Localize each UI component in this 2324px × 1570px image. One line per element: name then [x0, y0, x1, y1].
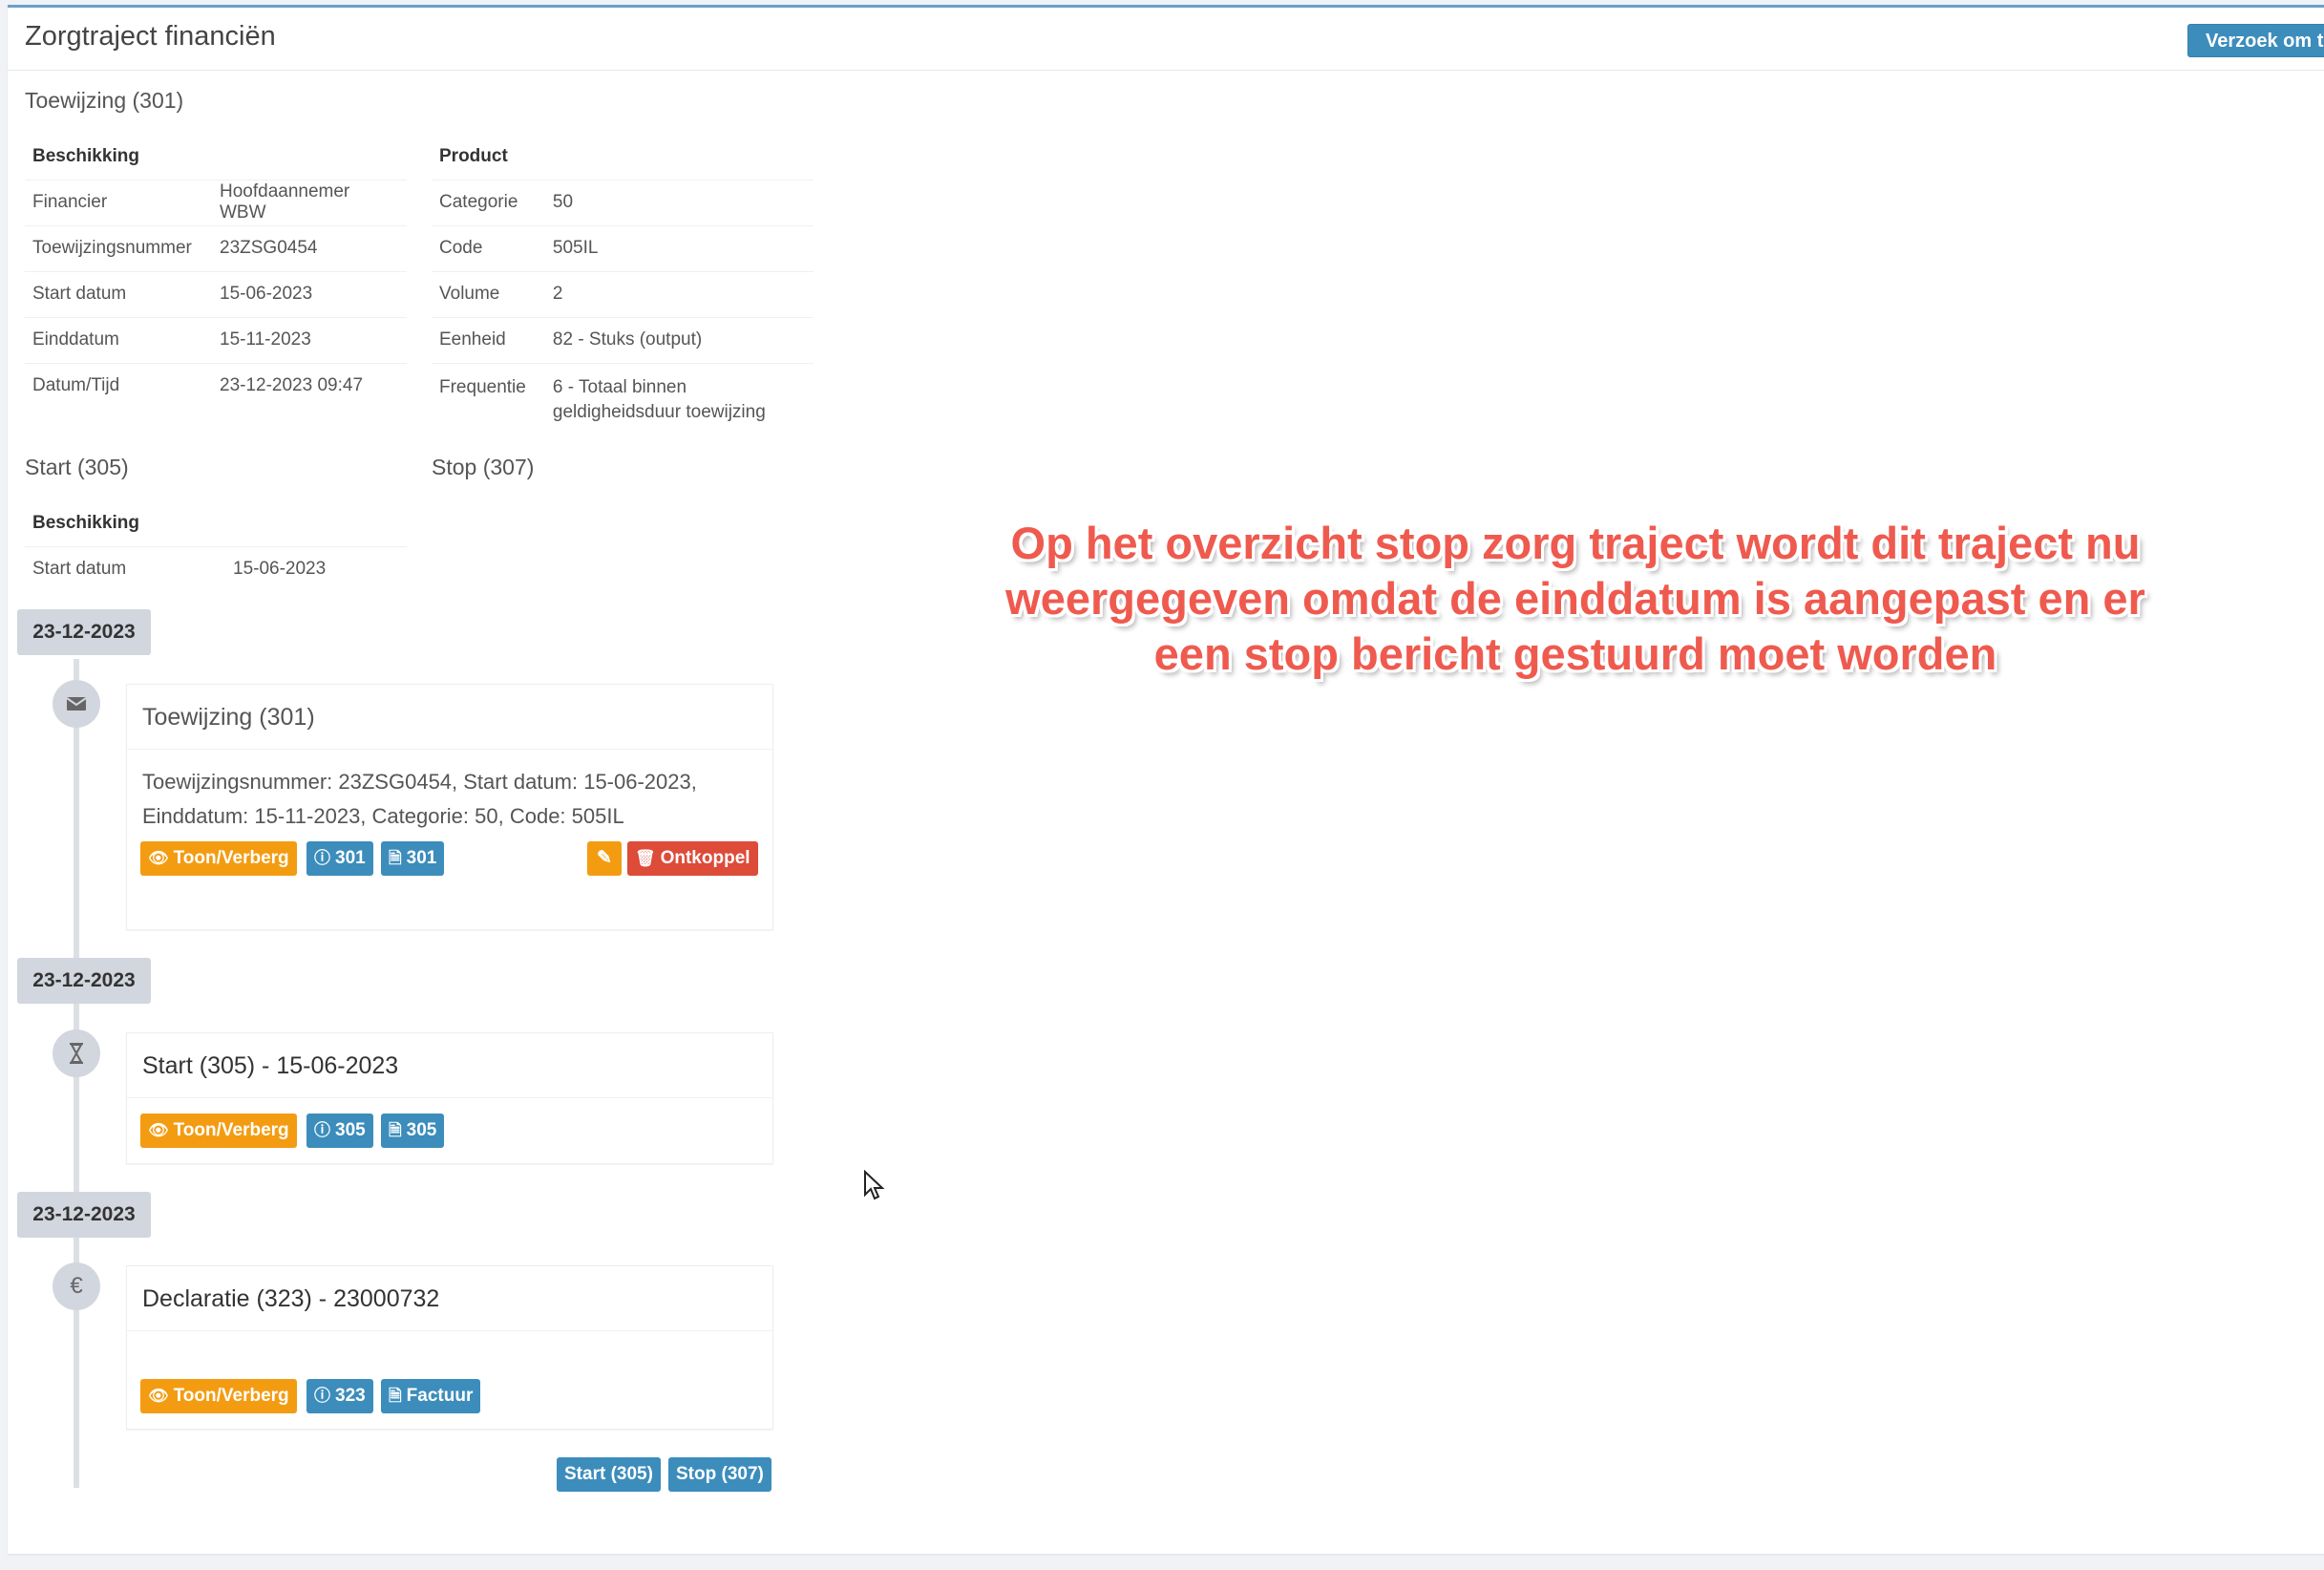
- pdf-icon: 🗎: [389, 849, 402, 867]
- document-button[interactable]: 🗎 301: [381, 841, 445, 876]
- toewijzing-title: Toewijzing (301): [25, 88, 184, 113]
- code-value: 505IL: [544, 224, 813, 271]
- start-beschikking-table: Beschikking Start datum 15-06-2023: [25, 500, 407, 592]
- panel-title: Zorgtraject financiën: [25, 21, 276, 52]
- timeline-date-label: 23-12-2023: [17, 609, 151, 655]
- toggle-button[interactable]: 👁 Toon/Verberg: [140, 841, 297, 876]
- toggle-label: Toon/Verberg: [173, 1120, 289, 1140]
- pdf-icon: 🗎: [389, 1121, 402, 1139]
- invoice-label: Factuur: [406, 1386, 474, 1406]
- unit-value: 82 - Stuks (output): [544, 316, 813, 363]
- timeline-item-header: Start (305) - 15-06-2023: [127, 1033, 772, 1098]
- request-button[interactable]: Verzoek om to: [2187, 24, 2324, 57]
- timeline-date-label: 23-12-2023: [17, 1192, 151, 1238]
- start-date-label: Start datum: [25, 545, 225, 592]
- timeline-item-body: Toewijzingsnummer: 23ZSG0454, Start datu…: [142, 770, 697, 828]
- table-row: Eenheid 82 - Stuks (output): [432, 316, 813, 363]
- table-row: Code 505IL: [432, 224, 813, 271]
- pencil-icon: ✎: [597, 848, 612, 868]
- info-button[interactable]: ⓘ 305: [306, 1114, 373, 1148]
- end-date-label: Einddatum: [25, 316, 212, 363]
- frequency-label: Frequentie: [432, 362, 545, 434]
- document-label: 301: [406, 848, 437, 868]
- table-row: Toewijzingsnummer 23ZSG0454: [25, 224, 407, 271]
- stop-title: Stop (307): [432, 455, 535, 479]
- eye-icon: 👁: [148, 1387, 169, 1405]
- allocation-number-label: Toewijzingsnummer: [25, 224, 212, 271]
- mouse-cursor-icon: [864, 1170, 885, 1200]
- product-table: Product Categorie 50 Code 505IL Volume 2…: [432, 134, 813, 434]
- timeline-item-footer: 👁 Toon/Verberg ⓘ 305 🗎 305: [127, 1098, 772, 1152]
- pdf-icon: 🗎: [389, 1387, 402, 1405]
- info-button[interactable]: ⓘ 323: [306, 1379, 373, 1413]
- volume-value: 2: [544, 270, 813, 317]
- table-row: Start datum 15-06-2023: [25, 270, 407, 317]
- eye-icon: 👁: [148, 849, 169, 867]
- eye-icon: 👁: [148, 1121, 169, 1139]
- document-label: 305: [406, 1120, 437, 1140]
- edit-button[interactable]: ✎: [587, 841, 622, 876]
- info-icon: ⓘ: [314, 1387, 330, 1405]
- start-305-button[interactable]: Start (305): [557, 1457, 661, 1492]
- table-row: Volume 2: [432, 270, 813, 317]
- toggle-label: Toon/Verberg: [173, 1386, 289, 1406]
- timeline-item-declaratie: Declaratie (323) - 23000732 👁 Toon/Verber…: [126, 1265, 773, 1430]
- document-button[interactable]: 🗎 305: [381, 1114, 445, 1148]
- product-heading: Product: [439, 145, 508, 166]
- allocation-number-value: 23ZSG0454: [212, 224, 407, 271]
- table-row: Einddatum 15-11-2023: [25, 316, 407, 363]
- financier-label: Financier: [25, 179, 212, 225]
- info-label: 323: [335, 1386, 366, 1406]
- envelope-icon: [53, 680, 100, 728]
- table-row: Start datum 15-06-2023: [25, 545, 407, 592]
- info-label: 305: [335, 1120, 366, 1140]
- end-date-value: 15-11-2023: [212, 316, 407, 363]
- info-label: 301: [335, 848, 366, 868]
- euro-icon: €: [53, 1262, 100, 1310]
- datetime-value: 23-12-2023 09:47: [212, 362, 407, 409]
- timeline-item-header: Declaratie (323) - 23000732: [127, 1266, 772, 1331]
- table-row: Datum/Tijd 23-12-2023 09:47: [25, 362, 407, 409]
- toggle-label: Toon/Verberg: [173, 848, 289, 868]
- start-title: Start (305): [25, 455, 129, 479]
- datetime-label: Datum/Tijd: [25, 362, 212, 409]
- timeline-item-start: Start (305) - 15-06-2023 👁 Toon/Verberg ⓘ…: [126, 1032, 773, 1164]
- toggle-button[interactable]: 👁 Toon/Verberg: [140, 1379, 297, 1413]
- code-label: Code: [432, 224, 545, 271]
- start-beschikking-heading: Beschikking: [32, 512, 139, 533]
- category-value: 50: [544, 179, 813, 225]
- info-icon: ⓘ: [314, 849, 330, 867]
- beschikking-table: Beschikking Financier Hoofdaannemer WBW …: [25, 134, 407, 409]
- beschikking-heading: Beschikking: [32, 145, 139, 166]
- unlink-label: Ontkoppel: [660, 848, 750, 868]
- timeline-item-footer: 👁 Toon/Verberg ⓘ 323 🗎 Factuur: [127, 1364, 772, 1417]
- timeline-item-toewijzing: Toewijzing (301) Toewijzingsnummer: 23ZS…: [126, 684, 773, 930]
- stop-307-button[interactable]: Stop (307): [668, 1457, 771, 1492]
- timeline-item-footer: 👁 Toon/Verberg ⓘ 301 🗎 301 ✎ 🗑 Ontkoppel: [127, 841, 772, 902]
- trash-icon: 🗑: [635, 849, 656, 867]
- annotation-text: Op het overzicht stop zorg traject wordt…: [1005, 518, 2145, 679]
- start-date-label: Start datum: [25, 270, 212, 317]
- start-date-value: 15-06-2023: [212, 270, 407, 317]
- table-row: Categorie 50: [432, 179, 813, 225]
- toggle-button[interactable]: 👁 Toon/Verberg: [140, 1114, 297, 1148]
- unlink-button[interactable]: 🗑 Ontkoppel: [627, 841, 758, 876]
- hourglass-icon: [53, 1029, 100, 1077]
- category-label: Categorie: [432, 179, 545, 225]
- invoice-button[interactable]: 🗎 Factuur: [381, 1379, 481, 1413]
- info-icon: ⓘ: [314, 1121, 330, 1139]
- financier-value: Hoofdaannemer WBW: [212, 179, 407, 225]
- info-button[interactable]: ⓘ 301: [306, 841, 373, 876]
- panel-header: Zorgtraject financiën Verzoek om to: [8, 8, 2324, 71]
- table-row: Financier Hoofdaannemer WBW: [25, 179, 407, 225]
- table-row: Frequentie 6 - Totaal binnen geldigheids…: [432, 362, 813, 434]
- unit-label: Eenheid: [432, 316, 545, 363]
- timeline-date-label: 23-12-2023: [17, 958, 151, 1004]
- timeline-item-header: Toewijzing (301): [127, 685, 772, 750]
- start-date-value: 15-06-2023: [225, 545, 407, 592]
- volume-label: Volume: [432, 270, 545, 317]
- frequency-value: 6 - Totaal binnen geldigheidsduur toewij…: [544, 362, 813, 434]
